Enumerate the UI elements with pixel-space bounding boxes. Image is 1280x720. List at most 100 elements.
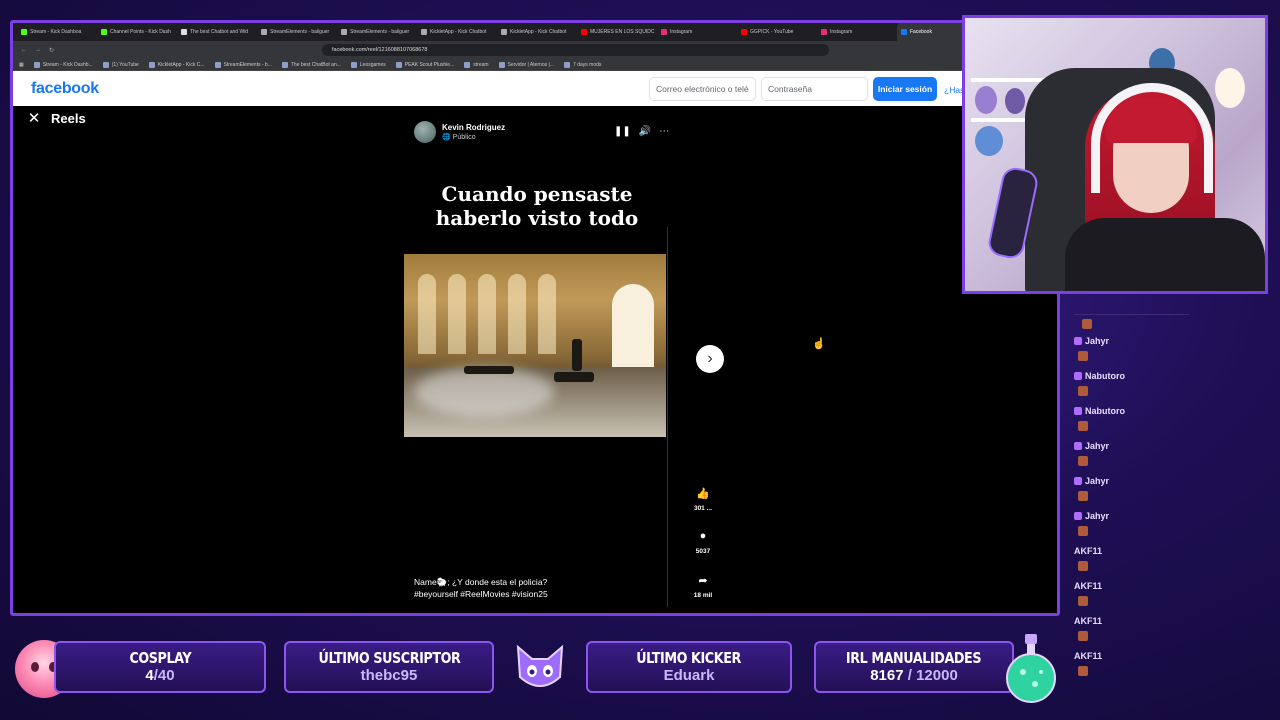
window-light bbox=[612, 284, 654, 374]
reel-video[interactable] bbox=[404, 254, 666, 437]
headphones bbox=[1091, 83, 1213, 193]
cosplay-goal-widget: COSPLAY 4/40 bbox=[54, 641, 266, 693]
email-field[interactable]: Correo electrónico o telé bbox=[649, 77, 756, 101]
subscriber-badge-icon bbox=[1074, 512, 1082, 520]
bookmark-item[interactable]: KickletApp - Kick C... bbox=[148, 61, 205, 68]
emote bbox=[1078, 351, 1088, 361]
emote bbox=[1078, 386, 1088, 396]
bookmark-item[interactable]: PEAK Scout Plushie... bbox=[395, 61, 454, 68]
browser-tab[interactable]: Stream - Kick Dashboa bbox=[17, 23, 97, 41]
chat-username-text: Jahyr bbox=[1085, 336, 1110, 346]
tab-favicon-icon bbox=[181, 29, 187, 35]
description-text: Name🐑; ¿Y donde esta el policia? bbox=[414, 577, 548, 587]
tab-favicon-icon bbox=[341, 29, 347, 35]
url-input[interactable]: facebook.com/reel/1216088107068678 bbox=[322, 44, 829, 56]
emote bbox=[1078, 666, 1088, 676]
plush-toy bbox=[975, 86, 997, 114]
tab-favicon-icon bbox=[21, 29, 27, 35]
reel-author-block: Kevin Rodriguez 🌐 Público bbox=[414, 121, 505, 143]
bookmark-item[interactable]: (1) YouTube bbox=[102, 61, 139, 68]
volume-icon[interactable]: 🔊 bbox=[639, 126, 651, 137]
forward-icon[interactable]: → bbox=[35, 47, 41, 53]
bookmark-favicon-icon bbox=[350, 61, 357, 68]
kicker-title: ÚLTIMO KICKER bbox=[636, 649, 742, 667]
chat-username-text: Jahyr bbox=[1085, 511, 1110, 521]
cosplay-progress: 4/40 bbox=[145, 667, 175, 684]
chevron-right-icon: › bbox=[707, 350, 713, 367]
reel-description: Name🐑; ¿Y donde esta el policia? #beyour… bbox=[414, 576, 548, 600]
figure bbox=[572, 339, 582, 371]
tab-label: The best Chatbot and Wid bbox=[190, 29, 249, 35]
bookmark-favicon-icon bbox=[464, 61, 471, 68]
next-reel-button[interactable]: › bbox=[696, 345, 724, 373]
streamer-shirt bbox=[1065, 218, 1265, 291]
browser-tab[interactable]: Instagram bbox=[817, 23, 897, 41]
reels-header: ✕ Reels bbox=[27, 109, 86, 127]
bookmark-favicon-icon bbox=[148, 61, 155, 68]
bookmark-item[interactable]: StreamElements - b... bbox=[214, 61, 272, 68]
chat-message: Nabutoro bbox=[1074, 371, 1125, 396]
tab-favicon-icon bbox=[101, 29, 107, 35]
tab-label: Channel Points - Kick Dash bbox=[110, 29, 171, 35]
plush-toy bbox=[1215, 68, 1245, 108]
browser-tab[interactable]: StreamElements - baliguer bbox=[257, 23, 337, 41]
like-icon[interactable]: 👍 bbox=[685, 485, 721, 501]
share-icon[interactable]: ➦ bbox=[685, 572, 721, 588]
bookmark-item[interactable]: stream bbox=[464, 61, 489, 68]
browser-tab[interactable]: GGPICK - YouTube bbox=[737, 23, 817, 41]
bookmark-item[interactable]: Servidor | Aternos |... bbox=[498, 61, 554, 68]
comment-action[interactable]: ● 5037 bbox=[685, 528, 721, 555]
back-icon[interactable]: ← bbox=[21, 47, 27, 53]
subscriber-badge-icon bbox=[1074, 442, 1082, 450]
irl-goal-widget: IRL MANUALIDADES 8167 / 12000 bbox=[814, 641, 1014, 693]
cat-logo-icon bbox=[516, 644, 564, 687]
browser-tab[interactable]: KickletApp - Kick Chatbot bbox=[417, 23, 497, 41]
bookmark-item[interactable]: Stream - Kick Dashb... bbox=[33, 61, 93, 68]
password-placeholder: Contraseña bbox=[768, 84, 812, 94]
webcam-overlay bbox=[962, 15, 1268, 294]
comment-icon[interactable]: ● bbox=[685, 528, 721, 544]
reel-caption-title: Cuando pensaste haberlo visto todo bbox=[435, 182, 639, 230]
more-options-icon[interactable]: ⋯ bbox=[659, 126, 669, 137]
browser-tab[interactable]: Instagram bbox=[657, 23, 737, 41]
reload-icon[interactable]: ↻ bbox=[49, 47, 54, 54]
like-action[interactable]: 👍 301 ... bbox=[685, 485, 721, 513]
pause-icon[interactable]: ❚❚ bbox=[614, 126, 631, 137]
arch-shape bbox=[418, 274, 436, 354]
close-icon[interactable]: ✕ bbox=[27, 109, 41, 127]
author-avatar[interactable] bbox=[414, 121, 436, 143]
reel-divider bbox=[667, 227, 668, 607]
bookmark-label: (1) YouTube bbox=[111, 61, 139, 68]
tab-favicon-icon bbox=[501, 29, 507, 35]
tab-favicon-icon bbox=[901, 29, 907, 35]
comment-count: 5037 bbox=[695, 548, 711, 555]
like-count: 301 ... bbox=[693, 505, 713, 512]
tab-favicon-icon bbox=[661, 29, 667, 35]
browser-tab[interactable]: KickletApp - Kick Chatbot bbox=[497, 23, 577, 41]
emote bbox=[1082, 319, 1092, 329]
hashtags[interactable]: #beyourself #ReelMovies #vision25 bbox=[414, 588, 548, 600]
author-name[interactable]: Kevin Rodriguez bbox=[442, 123, 505, 132]
tab-label: Facebook bbox=[910, 29, 932, 35]
browser-tab[interactable]: StreamElements - baliguer bbox=[337, 23, 417, 41]
share-action[interactable]: ➦ 18 mil bbox=[685, 572, 721, 600]
bookmark-item[interactable]: Leosgames bbox=[350, 61, 386, 68]
bookmark-label: stream bbox=[473, 61, 489, 68]
plush-toy bbox=[975, 126, 1003, 156]
bookmark-favicon-icon bbox=[281, 61, 288, 68]
bookmark-item[interactable]: The best ChatBot an... bbox=[281, 61, 341, 68]
browser-capture: Stream - Kick Dashboa Channel Points - Ki… bbox=[10, 20, 1060, 616]
bookmark-label: KickletApp - Kick C... bbox=[157, 61, 205, 68]
latest-subscriber-widget: ÚLTIMO SUSCRIPTOR thebc95 bbox=[284, 641, 494, 693]
bookmark-item[interactable]: 7 days mods bbox=[564, 61, 601, 68]
facebook-logo[interactable]: facebook bbox=[31, 80, 99, 98]
login-button[interactable]: Iniciar sesión bbox=[873, 77, 937, 101]
subscriber-badge-icon bbox=[1074, 372, 1082, 380]
apps-grid-icon[interactable]: ▦ bbox=[19, 62, 24, 68]
browser-tab[interactable]: Channel Points - Kick Dash bbox=[97, 23, 177, 41]
chat-username: Nabutoro bbox=[1074, 371, 1125, 381]
globe-icon: 🌐 bbox=[442, 134, 451, 141]
browser-tab[interactable]: MUJERES EN LOS SQUIDC bbox=[577, 23, 657, 41]
password-field[interactable]: Contraseña bbox=[761, 77, 868, 101]
browser-tab[interactable]: The best Chatbot and Wid bbox=[177, 23, 257, 41]
